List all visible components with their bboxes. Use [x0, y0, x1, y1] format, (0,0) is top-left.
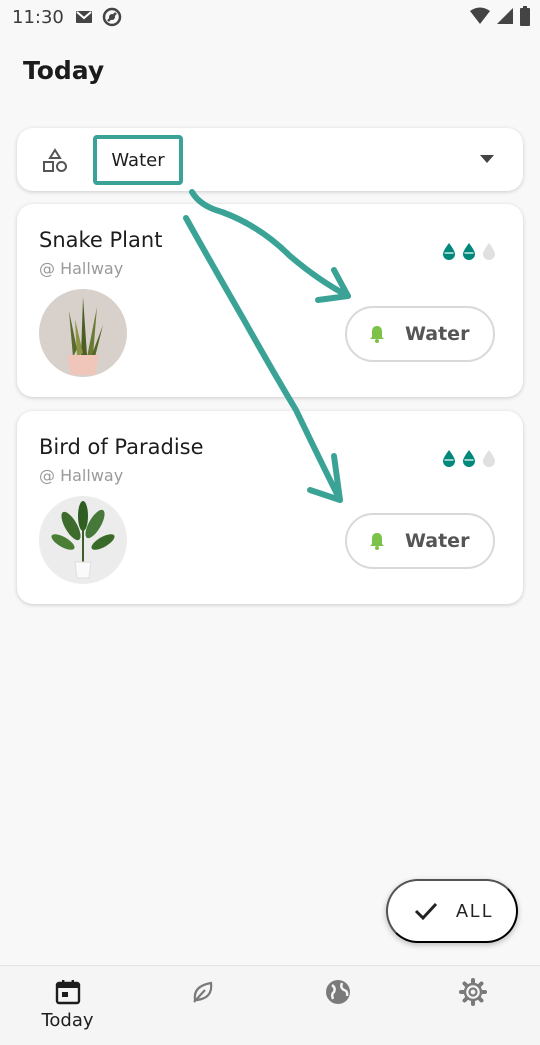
water-button[interactable]: Water [345, 513, 495, 569]
status-bar: 11:30 [0, 0, 540, 34]
plant-photo-bird-of-paradise [39, 496, 127, 584]
water-all-label: ALL [456, 900, 495, 921]
water-drop-icon [463, 243, 475, 260]
leaf-icon [192, 981, 212, 1003]
battery-icon [520, 6, 530, 26]
water-drop-icon [463, 450, 475, 467]
water-button-label: Water [405, 530, 470, 552]
check-icon [414, 902, 438, 921]
water-button[interactable]: Water [345, 306, 495, 362]
bell-icon [370, 326, 384, 343]
status-time: 11:30 [12, 6, 64, 28]
shapes-icon [43, 148, 67, 172]
water-level-indicator [441, 242, 497, 260]
nav-label-today: Today [41, 1010, 94, 1031]
plant-location: @ Hallway [39, 466, 124, 485]
plant-name: Snake Plant [39, 228, 163, 252]
page-title: Today [23, 56, 105, 85]
water-all-button[interactable]: ALL [386, 879, 518, 943]
globe-icon [325, 980, 350, 1004]
water-drop-icon [443, 243, 455, 260]
bottom-nav: Today [0, 965, 540, 1045]
filter-value: Water [93, 135, 183, 185]
water-drop-icon [443, 450, 455, 467]
water-level-indicator [441, 449, 497, 467]
water-drop-empty-icon [483, 450, 495, 467]
gear-icon [458, 978, 487, 1006]
status-right [470, 6, 530, 26]
chevron-down-icon [480, 155, 494, 163]
plant-location: @ Hallway [39, 259, 124, 278]
at-sign-icon [102, 7, 122, 27]
bell-icon [370, 533, 384, 550]
wifi-icon [470, 7, 490, 24]
plant-name: Bird of Paradise [39, 435, 204, 459]
plant-card[interactable]: Snake Plant @ Hallway Water [17, 204, 523, 397]
calendar-icon [55, 980, 80, 1005]
gmail-icon [74, 7, 94, 27]
plant-card[interactable]: Bird of Paradise @ Hallway Water [17, 411, 523, 604]
water-button-label: Water [405, 323, 470, 345]
nav-item-settings[interactable] [405, 966, 540, 1045]
filter-dropdown[interactable]: Water [17, 128, 523, 191]
water-drop-empty-icon [483, 243, 495, 260]
nav-item-plants[interactable] [135, 966, 270, 1045]
nav-item-explore[interactable] [270, 966, 405, 1045]
nav-item-today[interactable]: Today [0, 966, 135, 1045]
signal-icon [497, 8, 513, 24]
plant-photo-snake-plant [39, 289, 127, 377]
